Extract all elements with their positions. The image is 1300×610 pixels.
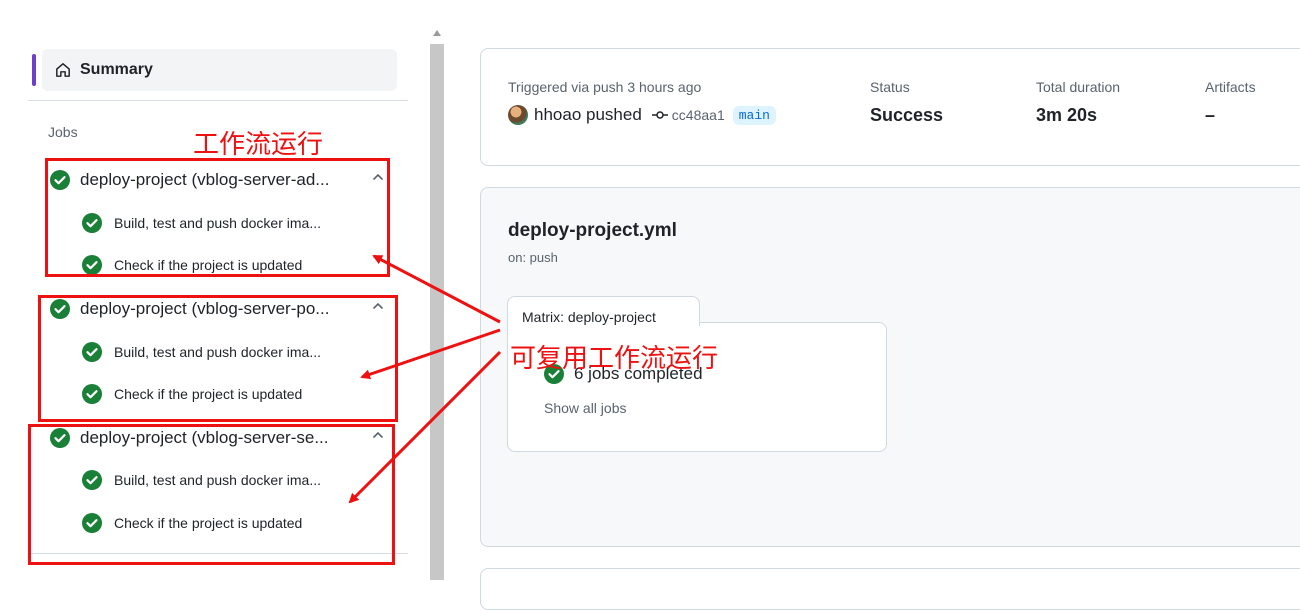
artifacts-caption: Artifacts [1205,79,1256,95]
annotation-reusable-runs: 可复用工作流运行 [510,344,719,374]
divider [28,100,408,101]
annotation-workflow-runs: 工作流运行 [193,130,324,160]
branch-badge[interactable]: main [732,105,776,125]
active-indicator [32,54,36,86]
scrollbar-thumb[interactable] [430,44,444,580]
sidebar-item-summary[interactable]: Summary [42,49,397,91]
annotation-box [28,424,395,565]
next-card [480,568,1300,610]
trigger-caption: Triggered via push 3 hours ago [508,79,702,95]
scroll-up-arrow-icon[interactable] [433,30,441,36]
status-info: Status Success [870,79,943,126]
show-all-jobs-link[interactable]: Show all jobs [544,400,627,416]
workflow-file-title: deploy-project.yml [508,220,677,241]
duration-value: 3m 20s [1036,105,1098,125]
status-caption: Status [870,79,910,95]
avatar[interactable] [508,105,528,125]
annotation-box [45,158,390,277]
summary-label: Summary [80,61,153,78]
jobs-heading: Jobs [48,124,78,140]
status-value: Success [870,105,944,125]
commit-icon [651,111,668,119]
user-name[interactable]: hhoao [534,105,581,125]
pushed-text: pushed [586,105,642,124]
matrix-title: Matrix: deploy-project [507,296,700,326]
home-icon [56,63,70,77]
duration-caption: Total duration [1036,79,1121,95]
artifacts-value: – [1205,105,1216,125]
artifacts-info: Artifacts – [1205,79,1256,126]
commit-link[interactable]: cc48aa1 [672,107,725,123]
duration-info: Total duration 3m 20s [1036,79,1120,126]
trigger-info: Triggered via push 3 hours ago hhoao pus… [508,79,776,125]
annotation-box [38,295,398,422]
workflow-trigger-event: on: push [508,250,558,265]
run-info-card: Triggered via push 3 hours ago hhoao pus… [480,48,1300,166]
